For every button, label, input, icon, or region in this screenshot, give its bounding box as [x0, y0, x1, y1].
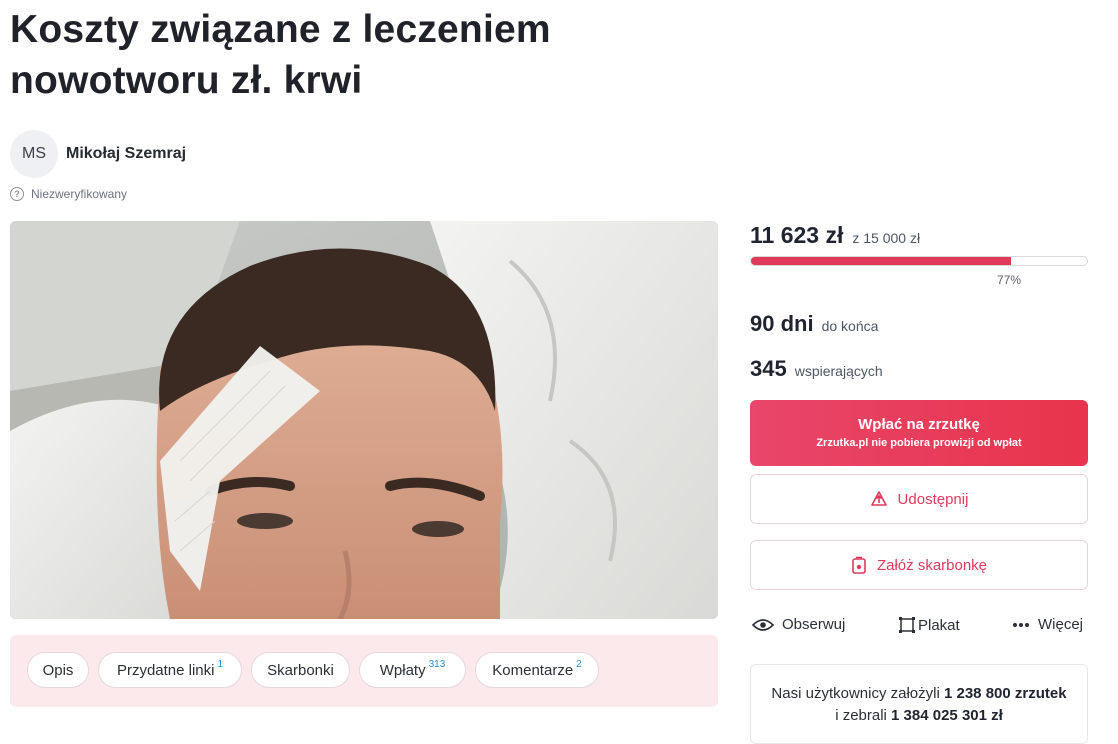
poster-action[interactable]: Plakat	[898, 616, 960, 634]
campaign-photo[interactable]	[10, 221, 718, 619]
tab-opis[interactable]: Opis	[27, 652, 89, 688]
stats-line1-prefix: Nasi użytkownicy założyli	[771, 685, 940, 702]
author-name[interactable]: Mikołaj Szemraj	[66, 145, 186, 163]
tab-label: Komentarze	[492, 661, 574, 679]
stats-line-2: i zebrali 1 384 025 301 zł	[751, 705, 1087, 727]
progress-percent: 77%	[997, 273, 1022, 287]
tab-badge: 1	[217, 658, 224, 670]
days-label: do końca	[821, 318, 879, 334]
tab-wplaty[interactable]: Wpłaty 313	[359, 652, 466, 688]
days-value: 90 dni	[750, 311, 814, 336]
author-block[interactable]: MS Mikołaj Szemraj	[10, 130, 186, 178]
supporters-count: 345 wspierających	[750, 356, 883, 382]
more-dots-icon	[1013, 622, 1029, 627]
supporters-value: 345	[750, 356, 787, 381]
poster-label: Plakat	[918, 616, 960, 634]
campaign-count: 1 238 800 zrzutek	[943, 685, 1067, 702]
stats-line-1: Nasi użytkownicy założyli 1 238 800 zrzu…	[751, 683, 1087, 705]
goal-text: z 15 000 zł	[852, 230, 921, 246]
donate-button-subtitle: Zrzutka.pl nie pobiera prowizji od wpłat	[816, 437, 1022, 449]
create-piggybank-button[interactable]: Załóż skarbonkę	[750, 540, 1088, 590]
progress-bar	[750, 256, 1088, 266]
follow-label: Obserwuj	[782, 616, 846, 633]
tab-badge: 2	[576, 658, 582, 670]
donate-button-label: Wpłać na zrzutkę	[858, 416, 980, 433]
donate-button[interactable]: Wpłać na zrzutkę Zrzutka.pl nie pobiera …	[750, 400, 1088, 466]
share-button-label: Udostępnij	[897, 490, 969, 508]
platform-stats-box: Nasi użytkownicy założyli 1 238 800 zrzu…	[750, 664, 1088, 744]
campaign-tabs: Opis Przydatne linki 1 Skarbonki Wpłaty 31…	[10, 635, 718, 707]
piggybank-icon	[852, 556, 866, 574]
progress-bar-fill	[751, 257, 1012, 265]
avatar[interactable]: MS	[10, 130, 58, 178]
supporters-label: wspierających	[794, 363, 883, 379]
campaign-photo-image	[10, 221, 718, 619]
tab-komentarze[interactable]: Komentarze 2	[475, 652, 599, 688]
page-title: Koszty związane z leczeniem nowotworu zł…	[10, 4, 551, 106]
title-line-2: nowotworu zł. krwi	[10, 59, 363, 102]
tab-label: Opis	[42, 661, 74, 679]
tab-badge: 313	[428, 658, 446, 670]
stats-line2-prefix: i zebrali	[835, 707, 887, 724]
more-label: Więcej	[1038, 616, 1084, 633]
tab-skarbonki[interactable]: Skarbonki	[251, 652, 350, 688]
eye-icon	[752, 618, 774, 631]
question-circle-icon: ?	[10, 187, 24, 201]
total-raised: 1 384 025 301 zł	[891, 707, 1003, 724]
tab-label: Skarbonki	[267, 661, 334, 679]
amount-collected: 11 623 zł z 15 000 zł	[750, 222, 920, 249]
tab-label: Wpłaty	[379, 661, 426, 679]
collected-value: 11 623 zł	[750, 222, 844, 248]
days-remaining: 90 dni do końca	[750, 311, 878, 337]
verification-status: ? Niezweryfikowany	[10, 187, 127, 201]
poster-icon	[899, 617, 915, 633]
share-button[interactable]: Udostępnij	[750, 474, 1088, 524]
title-line-1: Koszty związane z leczeniem	[10, 8, 551, 51]
share-icon	[870, 491, 887, 506]
follow-action[interactable]: Obserwuj	[752, 616, 845, 633]
verification-label: Niezweryfikowany	[31, 187, 128, 201]
tab-przydatne-linki[interactable]: Przydatne linki 1	[98, 652, 242, 688]
piggybank-button-label: Załóż skarbonkę	[876, 556, 988, 574]
tab-label: Przydatne linki	[116, 661, 215, 679]
more-action[interactable]: Więcej	[1012, 616, 1083, 633]
